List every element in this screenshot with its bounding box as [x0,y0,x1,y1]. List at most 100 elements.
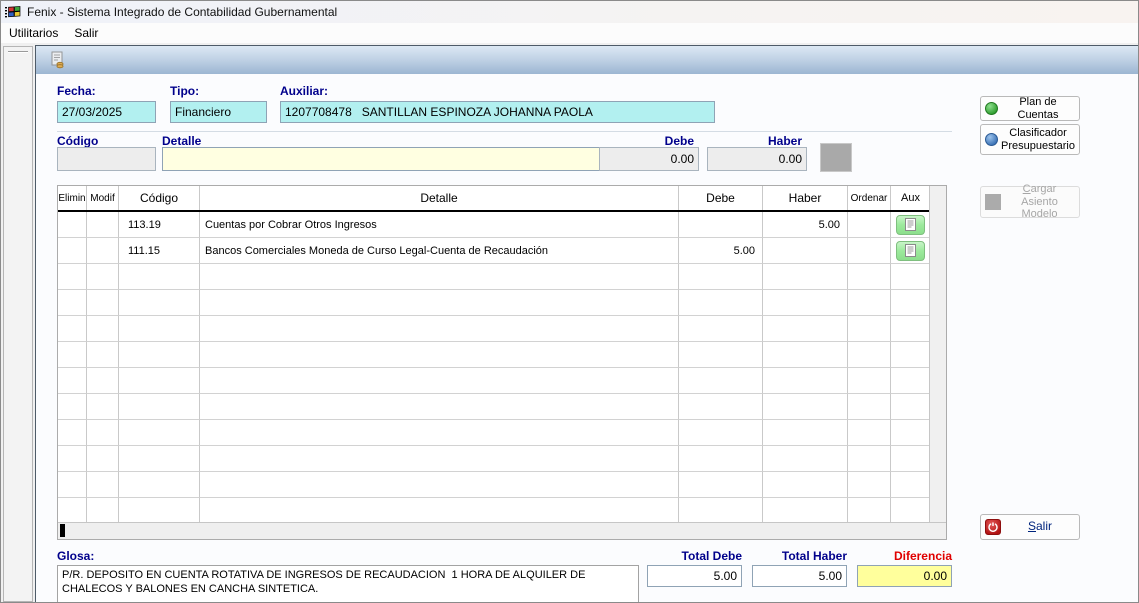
empty-cell[interactable] [891,446,930,472]
empty-cell[interactable] [848,472,891,498]
empty-cell[interactable] [87,316,119,342]
menu-utilitarios[interactable]: Utilitarios [1,24,66,42]
empty-cell[interactable] [848,316,891,342]
empty-cell[interactable] [679,342,763,368]
empty-cell[interactable] [679,394,763,420]
grid-empty-row[interactable] [58,394,930,420]
empty-cell[interactable] [200,316,679,342]
empty-cell[interactable] [679,316,763,342]
empty-cell[interactable] [58,290,87,316]
empty-cell[interactable] [763,290,848,316]
empty-cell[interactable] [891,368,930,394]
empty-cell[interactable] [58,394,87,420]
grid-row[interactable]: 113.19 Cuentas por Cobrar Otros Ingresos… [58,212,930,238]
empty-cell[interactable] [891,472,930,498]
cell-elimin[interactable] [58,212,87,238]
empty-cell[interactable] [58,420,87,446]
empty-cell[interactable] [891,394,930,420]
empty-cell[interactable] [679,264,763,290]
empty-cell[interactable] [119,264,200,290]
empty-cell[interactable] [58,472,87,498]
empty-cell[interactable] [848,342,891,368]
empty-cell[interactable] [119,316,200,342]
grid-vertical-scrollbar[interactable] [929,186,946,522]
fecha-field[interactable]: 27/03/2025 [57,101,156,123]
empty-cell[interactable] [763,420,848,446]
empty-cell[interactable] [679,446,763,472]
scrollbar-thumb[interactable] [60,524,65,537]
grid-empty-row[interactable] [58,368,930,394]
empty-cell[interactable] [763,472,848,498]
grid-empty-row[interactable] [58,290,930,316]
col-header-elimin[interactable]: Elimin [58,186,87,210]
empty-cell[interactable] [848,368,891,394]
cell-detalle[interactable]: Bancos Comerciales Moneda de Curso Legal… [200,238,679,264]
grid-empty-row[interactable] [58,342,930,368]
glosa-textarea[interactable]: P/R. DEPOSITO EN CUENTA ROTATIVA DE INGR… [57,565,639,602]
cell-debe[interactable] [679,212,763,238]
col-header-aux[interactable]: Aux [891,186,930,210]
empty-cell[interactable] [679,368,763,394]
plan-de-cuentas-button[interactable]: Plan de Cuentas [980,96,1080,121]
empty-cell[interactable] [119,368,200,394]
empty-cell[interactable] [848,420,891,446]
empty-cell[interactable] [87,472,119,498]
col-header-detalle[interactable]: Detalle [200,186,679,210]
new-entry-button[interactable] [46,49,70,71]
empty-cell[interactable] [891,498,930,522]
cell-debe[interactable]: 5.00 [679,238,763,264]
salir-button[interactable]: Salir [980,514,1080,540]
cell-modif[interactable] [87,238,119,264]
clasificador-presupuestario-button[interactable]: Clasificador Presupuestario [980,124,1080,155]
empty-cell[interactable] [200,264,679,290]
empty-cell[interactable] [763,316,848,342]
menu-salir[interactable]: Salir [66,24,106,42]
col-header-codigo[interactable]: Código [119,186,200,210]
grid-empty-row[interactable] [58,420,930,446]
cell-haber[interactable] [763,238,848,264]
grid-row[interactable]: 111.15 Bancos Comerciales Moneda de Curs… [58,238,930,264]
empty-cell[interactable] [119,394,200,420]
empty-cell[interactable] [87,446,119,472]
auxiliar-field[interactable]: 1207708478 SANTILLAN ESPINOZA JOHANNA PA… [280,101,715,123]
cell-codigo[interactable]: 113.19 [119,212,200,238]
aux-detail-button[interactable] [896,214,925,235]
empty-cell[interactable] [200,394,679,420]
left-splitter-panel[interactable] [3,46,33,602]
haber-input[interactable]: 0.00 [707,147,807,171]
empty-cell[interactable] [763,342,848,368]
empty-cell[interactable] [119,342,200,368]
grid-empty-row[interactable] [58,316,930,342]
col-header-haber[interactable]: Haber [763,186,848,210]
grid-empty-row[interactable] [58,498,930,522]
cell-codigo[interactable]: 111.15 [119,238,200,264]
empty-cell[interactable] [87,498,119,522]
empty-cell[interactable] [119,420,200,446]
empty-cell[interactable] [200,342,679,368]
empty-cell[interactable] [119,498,200,522]
aux-detail-button[interactable] [896,240,925,261]
cell-haber[interactable]: 5.00 [763,212,848,238]
empty-cell[interactable] [763,394,848,420]
empty-cell[interactable] [848,290,891,316]
cell-ordenar[interactable] [848,238,891,264]
cell-modif[interactable] [87,212,119,238]
empty-cell[interactable] [848,264,891,290]
empty-cell[interactable] [119,446,200,472]
empty-cell[interactable] [679,498,763,522]
col-header-ordenar[interactable]: Ordenar [848,186,891,210]
detalle-input[interactable] [162,147,608,171]
cell-detalle[interactable]: Cuentas por Cobrar Otros Ingresos [200,212,679,238]
empty-cell[interactable] [58,264,87,290]
empty-cell[interactable] [891,264,930,290]
empty-cell[interactable] [200,290,679,316]
grid-horizontal-scrollbar[interactable] [58,522,946,539]
empty-cell[interactable] [200,472,679,498]
grid-empty-row[interactable] [58,446,930,472]
empty-cell[interactable] [848,498,891,522]
empty-cell[interactable] [200,368,679,394]
empty-cell[interactable] [200,498,679,522]
empty-cell[interactable] [119,290,200,316]
empty-cell[interactable] [763,368,848,394]
debe-input[interactable]: 0.00 [599,147,699,171]
